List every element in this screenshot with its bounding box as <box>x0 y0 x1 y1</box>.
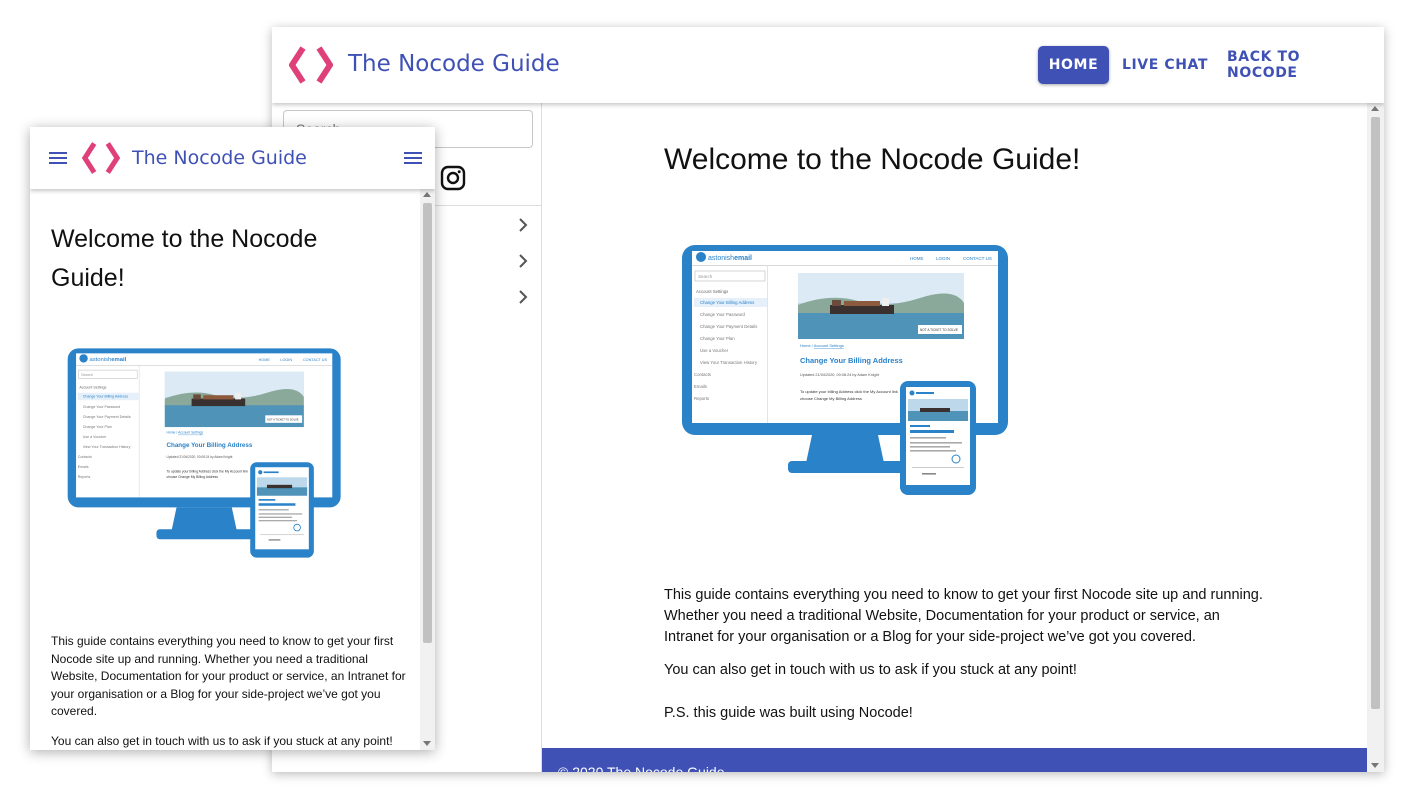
mobile-header: The Nocode Guide <box>30 127 435 189</box>
illustration-nav-item: HOME <box>910 256 924 261</box>
illustration-menu-item: Change Your Plan <box>700 336 735 341</box>
page-footer: © 2020 The Nocode Guide <box>542 748 1367 772</box>
contact-paragraph: You can also get in touch with us to ask… <box>51 734 393 748</box>
illustration-search: Search <box>81 373 93 377</box>
mobile-content: Welcome to the Nocode Guide! astonishema… <box>30 189 420 750</box>
instagram-icon[interactable] <box>440 165 466 191</box>
sidebar-chevron-right-icon[interactable] <box>516 218 530 232</box>
illustration-menu-item: View Your Transaction History <box>700 360 758 365</box>
illustration-breadcrumb: Home / Account Settings <box>800 343 844 348</box>
page-title: Welcome to the Nocode Guide! <box>664 143 1081 176</box>
illustration-brand-name: astonishemail <box>89 357 126 363</box>
illustration-menu-item: Change Your Payment Details <box>83 415 131 419</box>
illustration-badge: NOT A TICKET TO SOLVE <box>920 328 958 332</box>
intro-paragraph: This guide contains everything you need … <box>664 587 1263 645</box>
illustration-nav-item: CONTACT US <box>303 358 328 362</box>
illustration-breadcrumb: Home / Account Settings <box>166 431 203 435</box>
nocode-logo-icon[interactable] <box>82 141 120 175</box>
illustration-article-title: Change Your Billing Address <box>166 442 252 449</box>
illustration-menu-item: Change Your Password <box>700 312 746 317</box>
nocode-logo-icon[interactable] <box>289 45 333 85</box>
illustration-badge: NOT A TICKET TO SOLVE <box>267 417 299 421</box>
menu-hamburger-icon[interactable] <box>404 152 422 166</box>
ps-paragraph: P.S. this guide was built using Nocode! <box>664 705 913 721</box>
nav-live-chat-link[interactable]: LIVE CHAT <box>1119 46 1211 84</box>
intro-paragraph: This guide contains everything you need … <box>51 634 406 719</box>
nav-home-button[interactable]: HOME <box>1038 46 1109 84</box>
illustration-brand-name: astonishemail <box>708 255 752 262</box>
illustration-menu-item: Contacts <box>694 372 711 377</box>
mobile-scrollbar[interactable] <box>420 189 435 750</box>
sidebar-chevron-right-icon[interactable] <box>516 254 530 268</box>
illustration-menu-item: View Your Transaction History <box>83 445 131 449</box>
scroll-up-arrow-icon[interactable] <box>423 192 431 197</box>
illustration-updated: Updated 21/04/2020, 00:08:24 by Adam Kni… <box>166 455 232 459</box>
main-content: Welcome to the Nocode Guide! astonishema… <box>542 103 1367 772</box>
illustration-menu-item: Use a Voucher <box>83 435 107 439</box>
mobile-window: The Nocode Guide Welcome to the Nocode G… <box>30 127 435 750</box>
illustration-menu-item: Change Your Billing Address <box>700 300 754 305</box>
desktop-header: The Nocode Guide HOME LIVE CHAT BACK TO … <box>272 27 1384 103</box>
responsive-devices-illustration: astonishemail HOME LOGIN CONTACT US Sear… <box>682 245 1008 495</box>
illustration-menu-item: Change Your Payment Details <box>700 324 757 329</box>
desktop-window: The Nocode Guide HOME LIVE CHAT BACK TO … <box>272 27 1384 772</box>
contact-paragraph: You can also get in touch with us to ask… <box>664 662 1077 678</box>
illustration-body: To update your billing Address click the… <box>166 469 248 473</box>
illustration-nav-item: LOGIN <box>280 358 292 362</box>
main-scrollbar[interactable] <box>1367 103 1384 772</box>
illustration-menu-item: Contacts <box>78 455 92 459</box>
scroll-up-arrow-icon[interactable] <box>1371 106 1379 111</box>
nav-back-to-nocode-link[interactable]: BACK TO NOCODE <box>1227 46 1365 84</box>
illustration-menu-item: Change Your Billing Address <box>83 395 129 399</box>
scroll-down-arrow-icon[interactable] <box>1371 763 1379 768</box>
illustration-menu-item: Emails <box>78 465 89 469</box>
illustration-menu-item: Emails <box>694 384 707 389</box>
illustration-menu-item: Use a Voucher <box>700 348 729 353</box>
illustration-menu-item: Account Settings <box>79 386 106 390</box>
illustration-menu-item: Change Your Plan <box>83 425 112 429</box>
illustration-updated: Updated 21/04/2020, 00:08:24 by Adam Kni… <box>800 373 880 377</box>
site-title[interactable]: The Nocode Guide <box>348 51 560 77</box>
illustration-nav-item: LOGIN <box>936 256 950 261</box>
page-title: Welcome to the Nocode Guide! <box>51 225 318 292</box>
illustration-nav-item: HOME <box>259 358 271 362</box>
sidebar-chevron-right-icon[interactable] <box>516 290 530 304</box>
illustration-search: Search <box>698 274 713 279</box>
illustration-menu-item: Reports <box>78 475 91 479</box>
illustration-menu-item: Reports <box>694 396 709 401</box>
illustration-menu-item: Change Your Password <box>83 405 121 409</box>
scrollbar-thumb[interactable] <box>423 203 432 643</box>
menu-hamburger-icon[interactable] <box>49 152 67 166</box>
screenshot-stage: The Nocode Guide HOME LIVE CHAT BACK TO … <box>0 0 1409 798</box>
site-title[interactable]: The Nocode Guide <box>132 147 307 169</box>
scroll-down-arrow-icon[interactable] <box>423 741 431 746</box>
illustration-body: choose Change My Billing Address <box>800 396 862 401</box>
scrollbar-thumb[interactable] <box>1371 117 1380 709</box>
responsive-devices-illustration: astonishemail HOME LOGIN CONTACT US Sear… <box>67 348 341 558</box>
illustration-body: To update your billing Address click the… <box>800 389 898 394</box>
illustration-nav-item: CONTACT US <box>963 256 992 261</box>
illustration-article-title: Change Your Billing Address <box>800 356 903 365</box>
illustration-menu-item: Account Settings <box>696 289 728 294</box>
illustration-body: choose Change My Billing Address <box>166 475 218 479</box>
